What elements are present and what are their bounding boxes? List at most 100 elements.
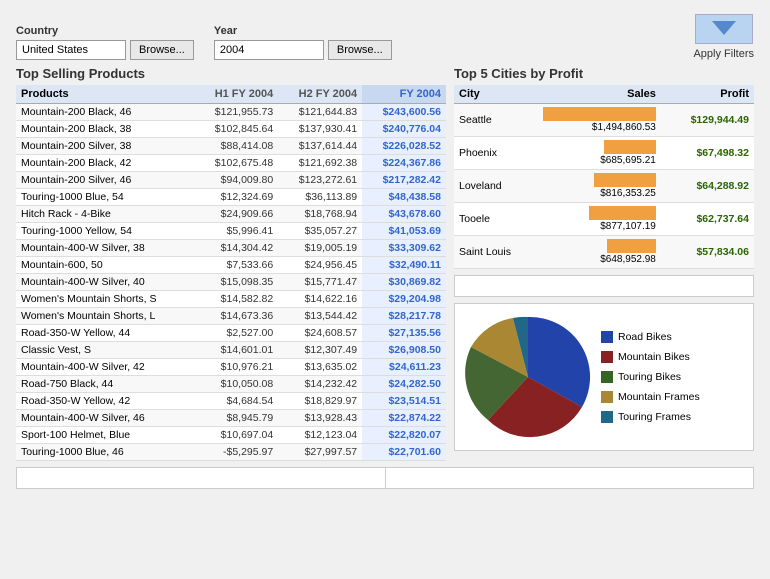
table-cell: Mountain-400-W Silver, 42: [16, 359, 194, 376]
table-cell: $10,976.21: [194, 359, 278, 376]
country-label: Country: [16, 25, 194, 37]
profit-value: $57,834.06: [661, 236, 754, 269]
table-cell: $14,304.42: [194, 240, 278, 257]
table-cell: Mountain-200 Silver, 38: [16, 138, 194, 155]
table-cell: $14,232.42: [278, 376, 362, 393]
apply-filters-button[interactable]: [695, 14, 753, 44]
table-cell: Mountain-400-W Silver, 46: [16, 410, 194, 427]
year-browse-button[interactable]: Browse...: [328, 40, 392, 60]
table-cell: $121,955.73: [194, 104, 278, 121]
table-cell: $43,678.60: [362, 206, 446, 223]
table-cell: Hitch Rack - 4-Bike: [16, 206, 194, 223]
table-cell: $14,601.01: [194, 342, 278, 359]
table-cell: $10,050.08: [194, 376, 278, 393]
table-cell: $41,053.69: [362, 223, 446, 240]
table-cell: Touring-1000 Yellow, 54: [16, 223, 194, 240]
legend-item: Touring Frames: [601, 411, 700, 423]
country-filter: Country Browse...: [16, 25, 194, 60]
table-row: Classic Vest, S$14,601.01$12,307.49$26,9…: [16, 342, 446, 359]
sales-bar-cell: $648,952.98: [538, 236, 661, 269]
city-name: Saint Louis: [454, 236, 538, 269]
table-cell: Touring-1000 Blue, 46: [16, 444, 194, 461]
table-cell: $26,908.50: [362, 342, 446, 359]
table-row: Mountain-200 Silver, 38$88,414.08$137,61…: [16, 138, 446, 155]
legend-label: Mountain Frames: [618, 391, 700, 403]
table-row: Mountain-400-W Silver, 46$8,945.79$13,92…: [16, 410, 446, 427]
legend-item: Mountain Frames: [601, 391, 700, 403]
table-cell: Sport-100 Helmet, Blue: [16, 427, 194, 444]
apply-filters-section: Apply Filters: [693, 14, 754, 60]
col-profit: Profit: [661, 85, 754, 104]
table-row: Touring-1000 Yellow, 54$5,996.41$35,057.…: [16, 223, 446, 240]
table-row: Mountain-600, 50$7,533.66$24,956.45$32,4…: [16, 257, 446, 274]
sales-bar-cell: $685,695.21: [538, 137, 661, 170]
table-cell: $102,675.48: [194, 155, 278, 172]
table-cell: $88,414.08: [194, 138, 278, 155]
legend-color-box: [601, 371, 613, 383]
table-cell: $22,820.07: [362, 427, 446, 444]
table-cell: $2,527.00: [194, 325, 278, 342]
products-table: Products H1 FY 2004 H2 FY 2004 FY 2004 M…: [16, 85, 446, 461]
table-row: Touring-1000 Blue, 46-$5,295.97$27,997.5…: [16, 444, 446, 461]
cities-table: City Sales Profit Seattle$1,494,860.53$1…: [454, 85, 754, 269]
country-browse-button[interactable]: Browse...: [130, 40, 194, 60]
table-cell: $14,582.82: [194, 291, 278, 308]
col-sales: Sales: [538, 85, 661, 104]
city-name: Tooele: [454, 203, 538, 236]
table-row: Road-350-W Yellow, 44$2,527.00$24,608.57…: [16, 325, 446, 342]
legend-item: Road Bikes: [601, 331, 700, 343]
table-row: Phoenix$685,695.21$67,498.32: [454, 137, 754, 170]
table-cell: $102,845.64: [194, 121, 278, 138]
city-name: Phoenix: [454, 137, 538, 170]
legend-color-box: [601, 331, 613, 343]
table-cell: $22,874.22: [362, 410, 446, 427]
legend-color-box: [601, 391, 613, 403]
table-cell: $24,608.57: [278, 325, 362, 342]
city-name: Seattle: [454, 104, 538, 137]
table-cell: $121,692.38: [278, 155, 362, 172]
table-cell: $27,997.57: [278, 444, 362, 461]
table-cell: $15,098.35: [194, 274, 278, 291]
legend-color-box: [601, 411, 613, 423]
table-row: Mountain-200 Black, 38$102,845.64$137,93…: [16, 121, 446, 138]
sales-value: $648,952.98: [600, 254, 656, 265]
table-row: Loveland$816,353.25$64,288.92: [454, 170, 754, 203]
legend-color-box: [601, 351, 613, 363]
table-row: Mountain-200 Black, 46$121,955.73$121,64…: [16, 104, 446, 121]
table-cell: $22,701.60: [362, 444, 446, 461]
table-cell: Mountain-200 Silver, 46: [16, 172, 194, 189]
table-cell: $226,028.52: [362, 138, 446, 155]
table-cell: Mountain-600, 50: [16, 257, 194, 274]
table-cell: $13,928.43: [278, 410, 362, 427]
table-row: Road-350-W Yellow, 42$4,684.54$18,829.97…: [16, 393, 446, 410]
table-cell: $12,123.04: [278, 427, 362, 444]
table-cell: $137,614.44: [278, 138, 362, 155]
pie-chart-section: Road BikesMountain BikesTouring BikesMou…: [454, 303, 754, 451]
table-cell: Road-350-W Yellow, 42: [16, 393, 194, 410]
col-h2: H2 FY 2004: [278, 85, 362, 104]
pie-chart: [463, 312, 593, 442]
table-row: Seattle$1,494,860.53$129,944.49: [454, 104, 754, 137]
table-cell: $240,776.04: [362, 121, 446, 138]
table-cell: $24,282.50: [362, 376, 446, 393]
cities-section: Top 5 Cities by Profit City Sales Profit…: [454, 66, 754, 269]
table-cell: $15,771.47: [278, 274, 362, 291]
legend-item: Mountain Bikes: [601, 351, 700, 363]
year-input[interactable]: [214, 40, 324, 60]
sales-bar-cell: $1,494,860.53: [538, 104, 661, 137]
table-cell: Road-350-W Yellow, 44: [16, 325, 194, 342]
table-cell: Mountain-200 Black, 42: [16, 155, 194, 172]
table-cell: Women's Mountain Shorts, S: [16, 291, 194, 308]
table-cell: $24,909.66: [194, 206, 278, 223]
profit-value: $64,288.92: [661, 170, 754, 203]
table-cell: $48,438.58: [362, 189, 446, 206]
table-cell: Mountain-400-W Silver, 40: [16, 274, 194, 291]
country-input[interactable]: [16, 40, 126, 60]
table-cell: -$5,295.97: [194, 444, 278, 461]
col-fy: FY 2004: [362, 85, 446, 104]
sales-value: $1,494,860.53: [592, 122, 656, 133]
sales-value: $816,353.25: [600, 188, 656, 199]
table-cell: $5,996.41: [194, 223, 278, 240]
table-cell: $10,697.04: [194, 427, 278, 444]
sales-bar: [604, 140, 656, 154]
